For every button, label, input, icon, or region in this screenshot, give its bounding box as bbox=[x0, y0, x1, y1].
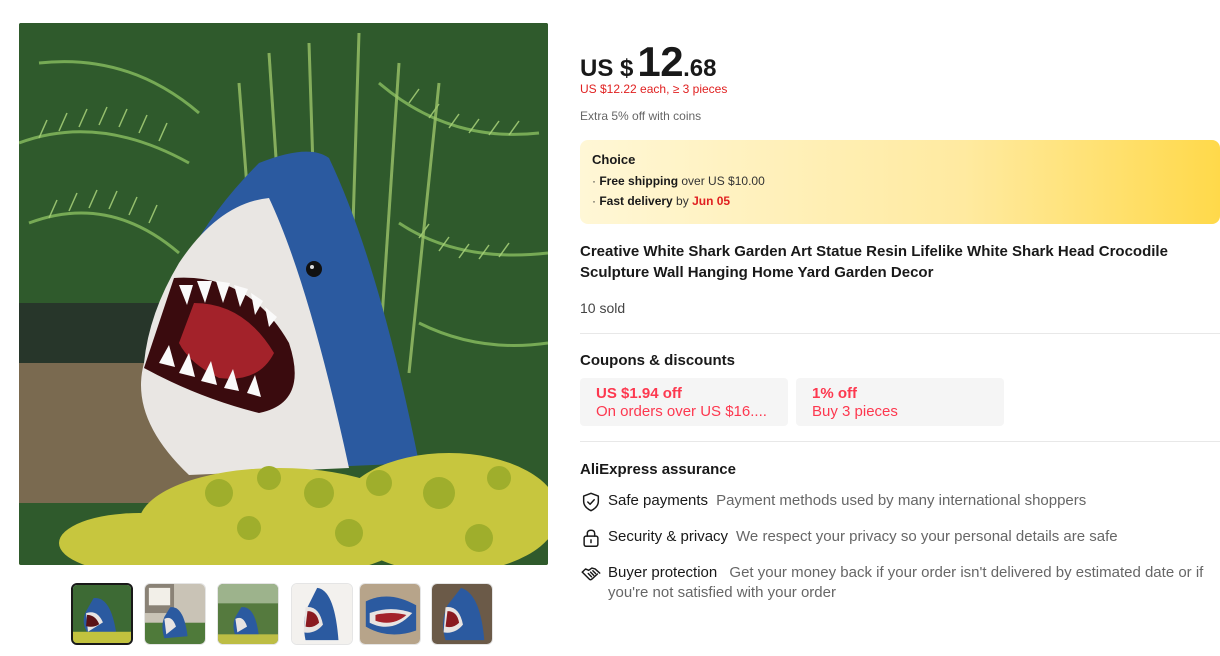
free-shipping-label: Free shipping bbox=[599, 174, 679, 188]
price-integer: 12 bbox=[637, 38, 684, 85]
assurance-desc: We respect your privacy so your personal… bbox=[736, 528, 1118, 545]
coupon-2[interactable]: 1% off Buy 3 pieces bbox=[796, 378, 1004, 426]
product-title: Creative White Shark Garden Art Statue R… bbox=[580, 243, 1168, 281]
coupon-1[interactable]: US $1.94 off On orders over US $16.... bbox=[580, 378, 788, 426]
sold-count: 10 sold bbox=[580, 300, 626, 316]
free-shipping-line: · Free shipping over US $10.00 bbox=[592, 174, 1208, 188]
assurance-title: AliExpress assurance bbox=[580, 461, 736, 478]
thumbnail-6[interactable] bbox=[431, 583, 493, 645]
coupon-condition: Buy 3 pieces bbox=[812, 403, 898, 420]
coupon-condition: On orders over US $16.... bbox=[596, 403, 767, 420]
coupons-title: Coupons & discounts bbox=[580, 352, 735, 369]
coupon-amount: 1% off bbox=[812, 385, 857, 402]
coins-note: Extra 5% off with coins bbox=[580, 109, 702, 123]
assurance-safe-payments[interactable]: Safe payments Payment methods used by ma… bbox=[580, 491, 1220, 513]
fast-delivery-line: · Fast delivery by Jun 05 bbox=[592, 194, 1208, 208]
thumbnail-4[interactable] bbox=[291, 583, 353, 645]
assurance-security-privacy[interactable]: Security & privacy We respect your priva… bbox=[580, 527, 1220, 549]
shield-check-icon bbox=[582, 492, 600, 512]
divider bbox=[580, 333, 1220, 334]
assurance-name: Safe payments bbox=[608, 492, 709, 509]
assurance-desc: Payment methods used by many internation… bbox=[716, 492, 1087, 509]
price-currency: US $ bbox=[580, 55, 634, 82]
choice-badge: Choice bbox=[592, 152, 636, 167]
divider bbox=[580, 441, 1220, 442]
assurance-name: Buyer protection bbox=[608, 564, 718, 581]
delivery-date: Jun 05 bbox=[692, 194, 731, 208]
main-product-image[interactable] bbox=[19, 23, 548, 565]
lock-icon bbox=[583, 529, 599, 547]
assurance-text: Buyer protection Get your money back if … bbox=[608, 563, 1218, 603]
price-decimal: .68 bbox=[683, 55, 717, 82]
thumbnail-5[interactable] bbox=[359, 583, 421, 645]
choice-banner[interactable]: Choice · Free shipping over US $10.00 · … bbox=[580, 140, 1220, 224]
delivery-by: by bbox=[672, 194, 693, 208]
thumbnail-1[interactable] bbox=[71, 583, 133, 645]
price: US $ 12 .68 bbox=[580, 38, 716, 86]
handshake-icon bbox=[581, 567, 601, 581]
thumbnail-3[interactable] bbox=[217, 583, 279, 645]
assurance-buyer-protection[interactable]: Buyer protection Get your money back if … bbox=[580, 563, 1220, 603]
free-shipping-threshold: over US $10.00 bbox=[678, 174, 765, 188]
fast-delivery-label: Fast delivery bbox=[599, 194, 673, 208]
thumbnail-2[interactable] bbox=[144, 583, 206, 645]
bulk-price-note: US $12.22 each, ≥ 3 pieces bbox=[580, 82, 728, 96]
coupon-amount: US $1.94 off bbox=[596, 385, 682, 402]
assurance-name: Security & privacy bbox=[608, 528, 729, 545]
